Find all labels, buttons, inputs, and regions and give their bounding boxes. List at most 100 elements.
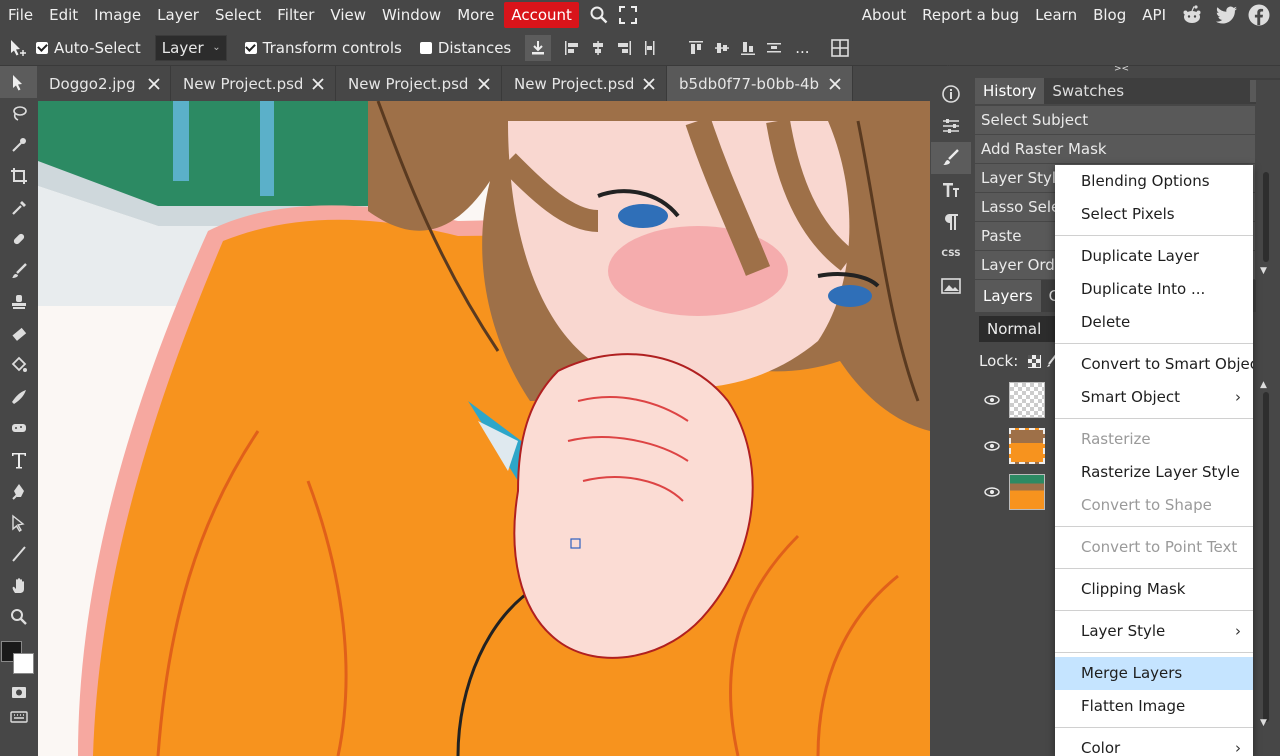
menu-learn[interactable]: Learn [1027, 2, 1085, 28]
eyedropper-tool[interactable] [0, 192, 37, 224]
brush-tool[interactable] [0, 255, 37, 287]
menu-image[interactable]: Image [86, 2, 149, 28]
align-right-icon[interactable] [613, 37, 635, 59]
history-item[interactable]: Add Raster Mask [975, 135, 1255, 164]
close-icon[interactable] [819, 77, 852, 90]
menu-blog[interactable]: Blog [1085, 2, 1134, 28]
move-tool[interactable] [0, 66, 37, 98]
pen-tool[interactable] [0, 476, 37, 508]
menu-clipping-mask[interactable]: Clipping Mask [1055, 573, 1253, 606]
menu-about[interactable]: About [854, 2, 914, 28]
account-button[interactable]: Account [504, 2, 579, 28]
adjustments-icon[interactable] [931, 110, 971, 142]
healing-brush-tool[interactable] [0, 224, 37, 256]
fullscreen-icon[interactable] [613, 0, 643, 30]
menu-api[interactable]: API [1134, 2, 1174, 28]
transform-controls-checkbox[interactable]: Transform controls [244, 30, 402, 66]
menu-color[interactable]: Color › [1055, 732, 1253, 756]
history-item[interactable]: Select Subject [975, 106, 1255, 135]
css-icon[interactable]: CSS [931, 238, 971, 270]
search-icon[interactable] [585, 0, 613, 30]
lock-transparency-icon[interactable] [1024, 354, 1044, 368]
layer-row[interactable] [975, 378, 1055, 422]
menu-window[interactable]: Window [374, 2, 449, 28]
auto-select-target-dropdown[interactable]: Layer ⌄ [154, 34, 227, 61]
menu-more[interactable]: More [449, 2, 502, 28]
tab-new-project-3[interactable]: New Project.psd * [502, 66, 667, 101]
paint-bucket-tool[interactable] [0, 350, 37, 382]
image-icon[interactable] [931, 270, 971, 302]
align-center-h-icon[interactable] [587, 37, 609, 59]
collapse-right-icon[interactable]: >< [1114, 64, 1129, 74]
facebook-icon[interactable] [1244, 0, 1274, 30]
menu-merge-layers[interactable]: Merge Layers [1055, 657, 1253, 690]
menu-filter[interactable]: Filter [269, 2, 322, 28]
tab-b5db0f77[interactable]: b5db0f77-b0bb-4b1 * [667, 66, 853, 101]
tab-new-project-2[interactable]: New Project.psd * [336, 66, 502, 101]
tab-doggo2[interactable]: Doggo2.jpg * [37, 66, 171, 101]
menu-blending-options[interactable]: Blending Options [1055, 165, 1253, 198]
hand-tool[interactable] [0, 570, 37, 602]
menu-layer[interactable]: Layer [149, 2, 207, 28]
menu-convert-smart-object[interactable]: Convert to Smart Object [1055, 348, 1253, 381]
close-icon[interactable] [633, 77, 666, 90]
menu-select[interactable]: Select [207, 2, 269, 28]
align-left-icon[interactable] [561, 37, 583, 59]
menu-smart-object[interactable]: Smart Object › [1055, 381, 1253, 414]
line-tool[interactable] [0, 539, 37, 571]
distribute-v-icon[interactable] [763, 37, 785, 59]
auto-select-checkbox[interactable]: Auto-Select [36, 30, 141, 66]
download-icon[interactable] [525, 34, 552, 61]
path-select-tool[interactable] [0, 507, 37, 539]
character-icon[interactable] [931, 174, 971, 206]
menu-report-bug[interactable]: Report a bug [914, 2, 1027, 28]
menu-edit[interactable]: Edit [41, 2, 86, 28]
tab-layers[interactable]: Layers [975, 280, 1041, 312]
document-canvas[interactable] [38, 101, 930, 756]
eye-icon[interactable] [975, 487, 1009, 497]
close-icon[interactable] [468, 77, 501, 90]
eye-icon[interactable] [975, 395, 1009, 405]
twitter-icon[interactable] [1210, 0, 1244, 30]
close-icon[interactable] [302, 77, 335, 90]
blur-tool[interactable] [0, 381, 37, 413]
lasso-tool[interactable] [0, 98, 37, 130]
menu-duplicate-layer[interactable]: Duplicate Layer [1055, 240, 1253, 273]
layer-row[interactable] [975, 470, 1055, 514]
zoom-tool[interactable] [0, 602, 37, 634]
menu-layer-style[interactable]: Layer Style › [1055, 615, 1253, 648]
tab-new-project-1[interactable]: New Project.psd * [171, 66, 336, 101]
align-top-icon[interactable] [685, 37, 707, 59]
close-icon[interactable] [138, 77, 171, 90]
background-color[interactable] [13, 653, 34, 674]
tab-history[interactable]: History [975, 78, 1045, 104]
more-align-options[interactable]: ... [795, 30, 809, 66]
grid-icon[interactable] [826, 34, 854, 62]
type-tool[interactable] [0, 444, 37, 476]
clone-stamp-tool[interactable] [0, 287, 37, 319]
menu-rasterize-layer-style[interactable]: Rasterize Layer Style [1055, 456, 1253, 489]
menu-file[interactable]: File [0, 2, 41, 28]
eraser-tool[interactable] [0, 318, 37, 350]
keyboard-icon[interactable] [0, 701, 37, 733]
info-icon[interactable] [931, 78, 971, 110]
menu-flatten-image[interactable]: Flatten Image [1055, 690, 1253, 723]
brush-settings-icon[interactable] [931, 142, 971, 174]
reddit-icon[interactable] [1174, 0, 1210, 30]
tab-swatches[interactable]: Swatches [1044, 78, 1132, 104]
quick-select-tool[interactable] [0, 129, 37, 161]
align-middle-v-icon[interactable] [711, 37, 733, 59]
menu-duplicate-into[interactable]: Duplicate Into ... [1055, 273, 1253, 306]
eye-icon[interactable] [975, 441, 1009, 451]
menu-view[interactable]: View [322, 2, 374, 28]
paragraph-icon[interactable] [931, 206, 971, 238]
distances-checkbox[interactable]: Distances [419, 30, 511, 66]
menu-delete[interactable]: Delete [1055, 306, 1253, 339]
layer-row[interactable] [975, 424, 1055, 468]
menu-select-pixels[interactable]: Select Pixels [1055, 198, 1253, 231]
sponge-tool[interactable] [0, 413, 37, 445]
distribute-h-icon[interactable] [639, 37, 661, 59]
align-bottom-icon[interactable] [737, 37, 759, 59]
crop-tool[interactable] [0, 161, 37, 193]
panel-scrollbar[interactable]: ▼ ▲ ▼ [1256, 80, 1280, 756]
